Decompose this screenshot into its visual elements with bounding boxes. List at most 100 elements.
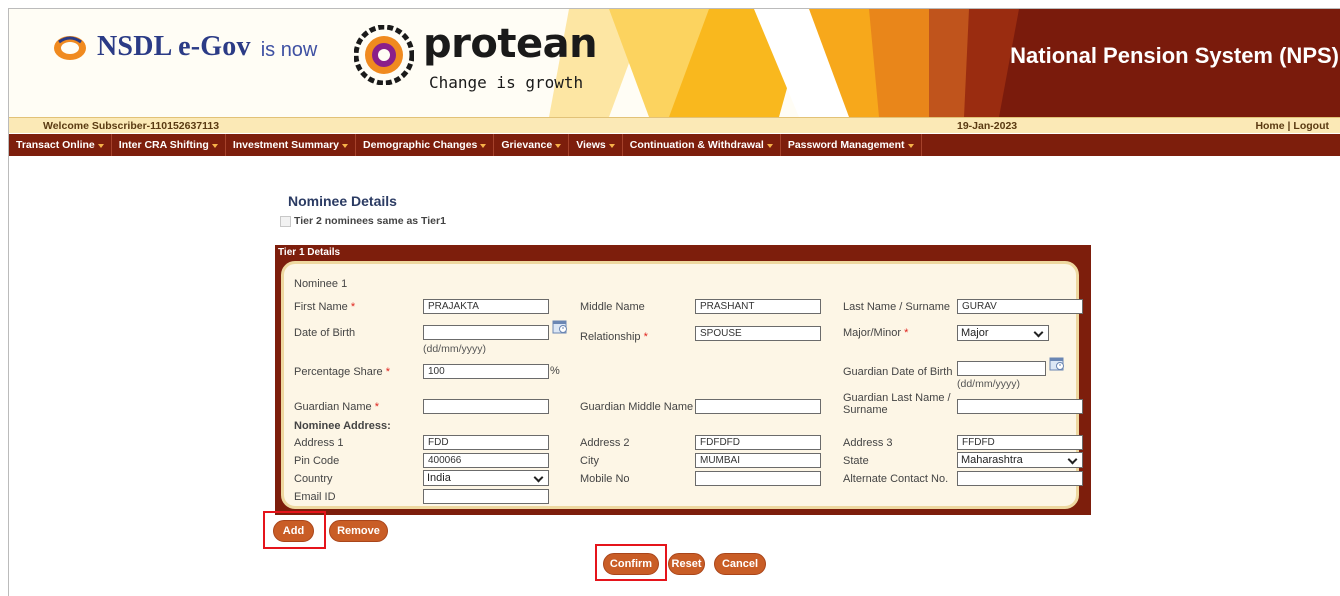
address2-label: Address 2 xyxy=(580,437,630,449)
caret-down-icon xyxy=(608,144,615,148)
alternate-contact-label: Alternate Contact No. xyxy=(843,473,949,485)
nav-demographic-changes[interactable]: Demographic Changes xyxy=(356,134,495,156)
address3-field[interactable]: FFDFD xyxy=(957,435,1083,450)
mobile-field[interactable] xyxy=(695,471,821,486)
mobile-label: Mobile No xyxy=(580,473,630,485)
state-select[interactable]: Maharashtra xyxy=(957,452,1083,468)
country-label: Country xyxy=(294,473,333,485)
required-marker: * xyxy=(385,366,391,378)
address1-label: Address 1 xyxy=(294,437,344,449)
last-name-label: Last Name / Surname xyxy=(843,301,950,313)
page-title: Nominee Details xyxy=(288,193,397,209)
protean-tagline: Change is growth xyxy=(429,73,584,92)
dob-field[interactable] xyxy=(423,325,549,340)
percentage-share-field[interactable]: 100 xyxy=(423,364,549,379)
major-minor-select[interactable]: Major xyxy=(957,325,1049,341)
header-banner: NSDL e-Gov is now protean Change is grow… xyxy=(9,9,1340,117)
guardian-middle-name-field[interactable] xyxy=(695,399,821,414)
email-field[interactable] xyxy=(423,489,549,504)
caret-down-icon xyxy=(555,144,562,148)
tier1-header: Tier 1 Details xyxy=(278,247,341,258)
nav-item-label: Password Management xyxy=(787,139,905,151)
alternate-contact-field[interactable] xyxy=(957,471,1083,486)
pin-code-field[interactable]: 400066 xyxy=(423,453,549,468)
nav-views[interactable]: Views xyxy=(569,134,623,156)
major-minor-label: Major/Minor * xyxy=(843,327,908,339)
cancel-button[interactable]: Cancel xyxy=(714,553,766,575)
nav-item-label: Investment Summary xyxy=(232,139,340,151)
tier2-same-checkbox[interactable] xyxy=(280,215,291,227)
nav-item-label: Continuation & Withdrawal xyxy=(629,139,764,151)
nav-continuation-withdrawal[interactable]: Continuation & Withdrawal xyxy=(623,134,781,156)
nav-grievance[interactable]: Grievance xyxy=(494,134,570,156)
welcome-bar: Welcome Subscriber-110152637113 19-Jan-2… xyxy=(9,117,1340,133)
first-name-label-text: First Name xyxy=(294,301,348,313)
first-name-field[interactable]: PRAJAKTA xyxy=(423,299,549,314)
guardian-name-label-text: Guardian Name xyxy=(294,401,372,413)
first-name-label: First Name * xyxy=(294,301,355,313)
home-link[interactable]: Home xyxy=(1255,120,1284,132)
caret-down-icon xyxy=(342,144,349,148)
protean-logo-icon xyxy=(354,25,414,85)
nav-transact-online[interactable]: Transact Online xyxy=(9,134,112,156)
calendar-icon[interactable] xyxy=(552,319,569,334)
logout-link[interactable]: Logout xyxy=(1293,120,1329,132)
chevron-down-icon xyxy=(533,472,544,483)
reset-button[interactable]: Reset xyxy=(668,553,705,575)
state-label: State xyxy=(843,455,869,467)
address3-label: Address 3 xyxy=(843,437,893,449)
city-field[interactable]: MUMBAI xyxy=(695,453,821,468)
nav-investment-summary[interactable]: Investment Summary xyxy=(226,134,357,156)
link-separator: | xyxy=(1287,120,1291,132)
app-frame: NSDL e-Gov is now protean Change is grow… xyxy=(8,8,1340,596)
home-logout-links: Home | Logout xyxy=(1255,120,1329,132)
remove-button[interactable]: Remove xyxy=(329,520,388,542)
pin-code-label: Pin Code xyxy=(294,455,340,467)
state-value: Maharashtra xyxy=(961,454,1023,466)
caret-down-icon xyxy=(211,144,218,148)
add-button[interactable]: Add xyxy=(273,520,314,542)
required-marker: * xyxy=(643,331,648,343)
address2-field[interactable]: FDFDFD xyxy=(695,435,821,450)
guardian-dob-field[interactable] xyxy=(957,361,1046,376)
caret-down-icon xyxy=(907,144,914,148)
percentage-share-label: Percentage Share * xyxy=(294,366,390,378)
welcome-text: Welcome Subscriber-110152637113 xyxy=(43,120,220,132)
nav-item-label: Transact Online xyxy=(16,139,95,151)
address1-field[interactable]: FDD xyxy=(423,435,549,450)
relationship-field[interactable]: SPOUSE xyxy=(695,326,821,341)
is-now-text: is now xyxy=(260,38,318,61)
nominee-address-heading: Nominee Address: xyxy=(294,420,391,432)
email-label: Email ID xyxy=(294,491,336,503)
caret-down-icon xyxy=(480,144,487,148)
chevron-down-icon xyxy=(1067,454,1078,465)
nominee-heading: Nominee 1 xyxy=(294,278,348,290)
city-label: City xyxy=(580,455,599,467)
guardian-dob-label: Guardian Date of Birth xyxy=(843,366,953,378)
nav-inter-cra-shifting[interactable]: Inter CRA Shifting xyxy=(112,134,226,156)
percentage-share-label-text: Percentage Share xyxy=(294,366,383,378)
confirm-button[interactable]: Confirm xyxy=(603,553,659,575)
guardian-name-field[interactable] xyxy=(423,399,549,414)
guardian-last-name-field[interactable] xyxy=(957,399,1083,414)
guardian-dob-format-hint: (dd/mm/yyyy) xyxy=(957,378,1020,390)
country-select[interactable]: India xyxy=(423,470,549,486)
calendar-icon[interactable] xyxy=(1049,356,1066,371)
nominee-form: Nominee 1 First Name * PRAJAKTA Middle N… xyxy=(281,261,1083,509)
nav-item-label: Inter CRA Shifting xyxy=(118,139,209,151)
required-marker: * xyxy=(904,327,909,339)
guardian-last-name-label: Guardian Last Name / Surname xyxy=(843,392,951,416)
country-value: India xyxy=(427,472,451,484)
nav-item-label: Views xyxy=(576,139,606,151)
guardian-name-label: Guardian Name * xyxy=(294,401,379,413)
nav-password-management[interactable]: Password Management xyxy=(781,134,922,156)
percent-sign: % xyxy=(550,365,560,377)
nav-item-label: Demographic Changes xyxy=(363,139,478,151)
guardian-middle-name-label: Guardian Middle Name xyxy=(580,401,694,413)
chevron-down-icon xyxy=(1033,327,1044,338)
middle-name-field[interactable]: PRASHANT xyxy=(695,299,821,314)
main-nav: Transact Online Inter CRA Shifting Inves… xyxy=(9,134,1340,156)
tier2-same-checkbox-row[interactable]: Tier 2 nominees same as Tier1 xyxy=(280,215,446,227)
dob-format-hint: (dd/mm/yyyy) xyxy=(423,343,486,355)
last-name-field[interactable]: GURAV xyxy=(957,299,1083,314)
